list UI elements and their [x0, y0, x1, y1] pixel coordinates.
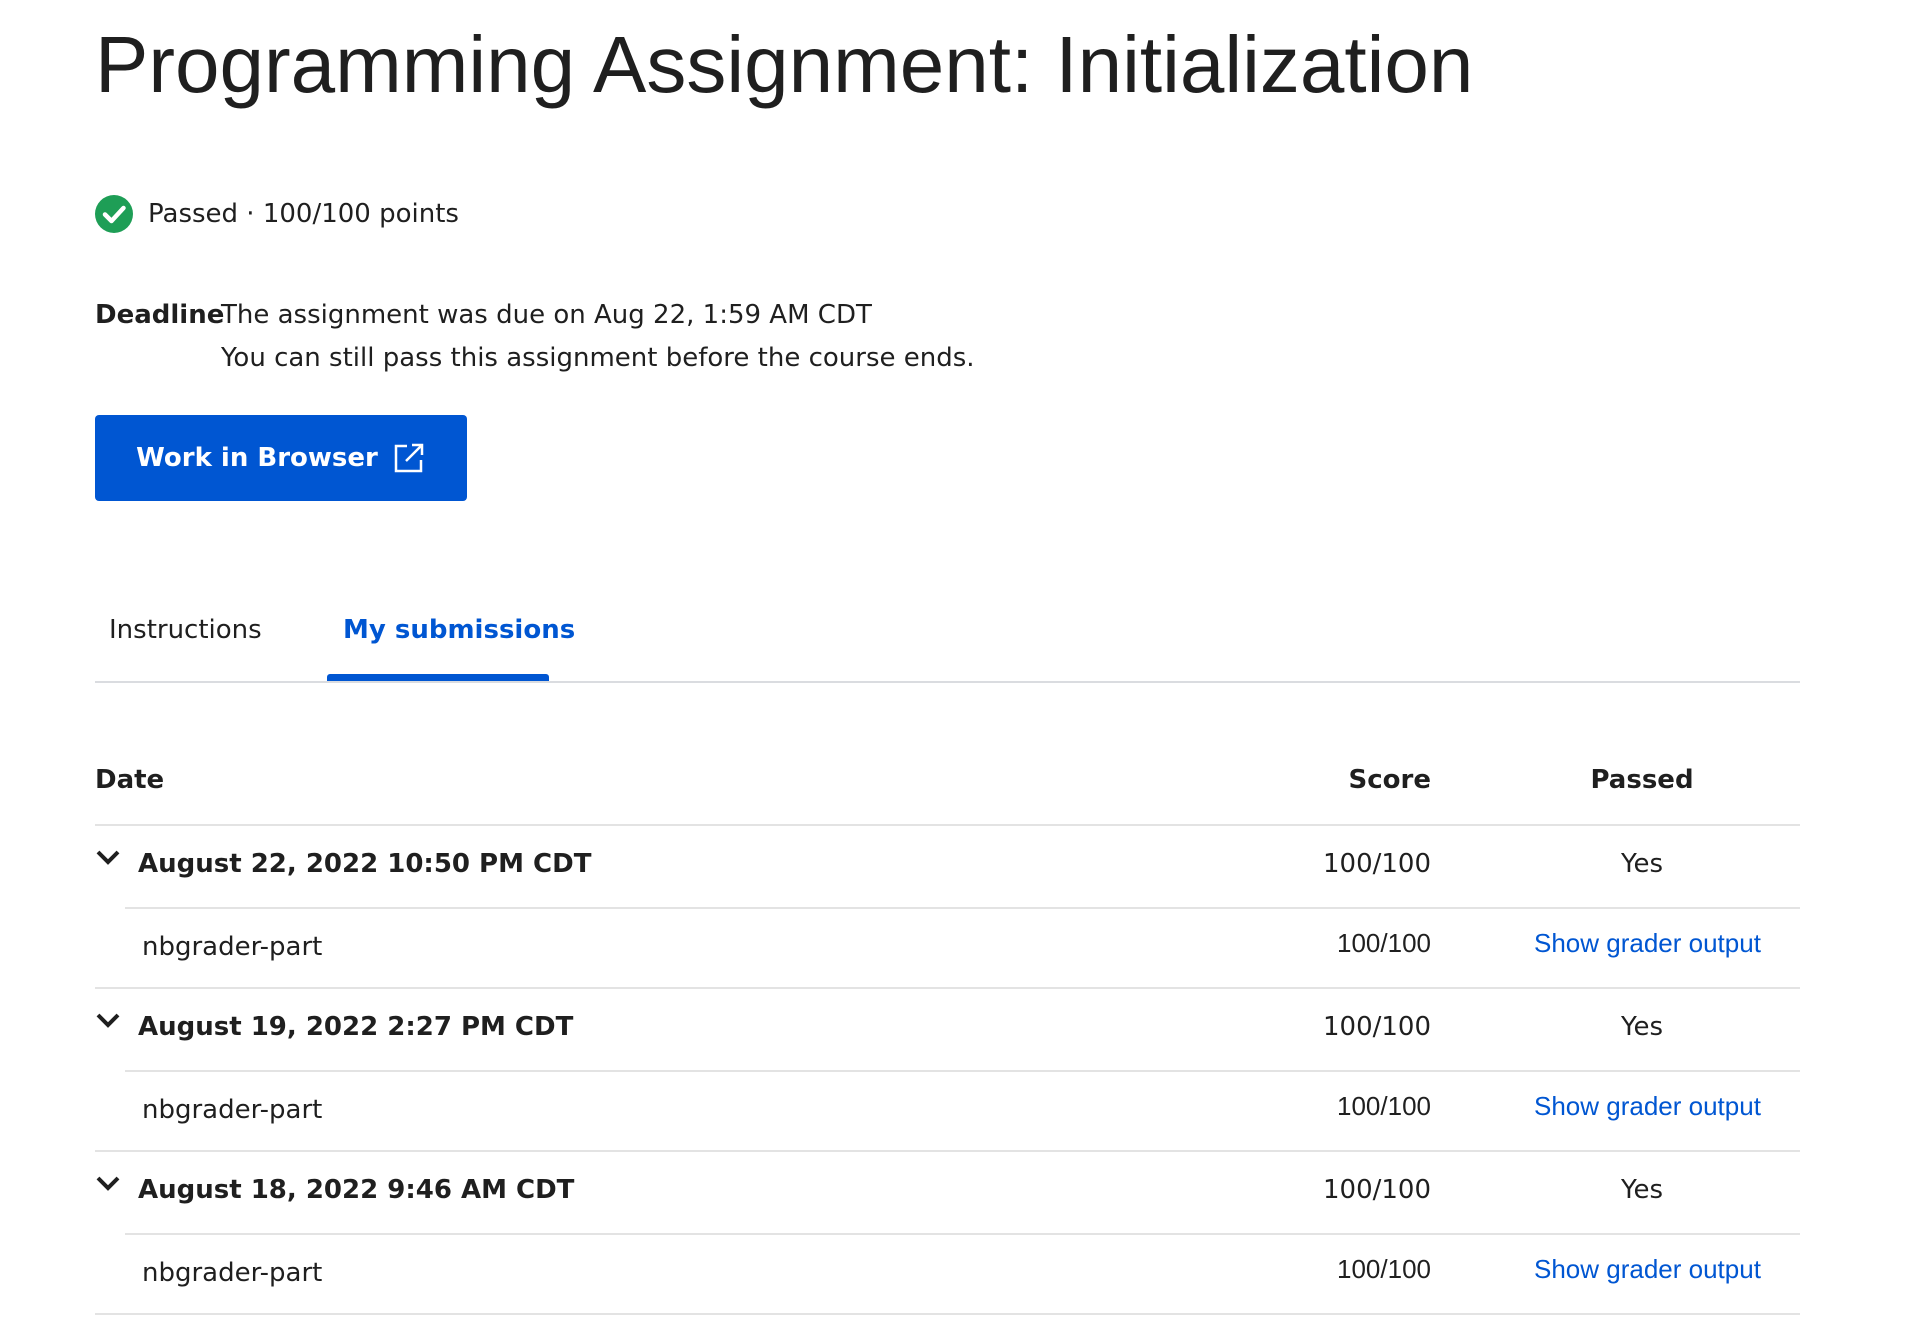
deadline-due-text: The assignment was due on Aug 22, 1:59 A…: [221, 300, 872, 330]
submission-group: August 22, 2022 10:50 PM CDT 100/100 Yes…: [0, 826, 1920, 989]
part-score: 100/100: [1337, 928, 1431, 958]
part-row: nbgrader-part 100/100 Show grader output: [0, 1070, 1920, 1152]
tab-my-submissions[interactable]: My submissions: [343, 605, 575, 655]
part-score: 100/100: [1337, 1091, 1431, 1121]
part-row: nbgrader-part 100/100 Show grader output: [0, 907, 1920, 989]
work-in-browser-label: Work in Browser: [136, 443, 378, 473]
status-text: Passed · 100/100 points: [148, 199, 459, 229]
submission-date: August 22, 2022 10:50 PM CDT: [138, 849, 592, 879]
deadline-note-text: You can still pass this assignment befor…: [221, 343, 975, 373]
submission-score: 100/100: [1322, 1012, 1431, 1042]
part-name: nbgrader-part: [142, 1258, 323, 1288]
assignment-page: Programming Assignment: Initialization P…: [0, 0, 1920, 1343]
deadline-label: Deadline: [95, 300, 225, 330]
tabs-divider: [95, 681, 1800, 683]
part-name: nbgrader-part: [142, 932, 323, 962]
part-name: nbgrader-part: [142, 1095, 323, 1125]
submission-score: 100/100: [1322, 1175, 1431, 1205]
submission-group: August 19, 2022 2:27 PM CDT 100/100 Yes …: [0, 989, 1920, 1152]
tab-instructions[interactable]: Instructions: [109, 605, 262, 655]
part-score: 100/100: [1337, 1254, 1431, 1284]
group-divider: [95, 1313, 1800, 1315]
column-header-score: Score: [1348, 765, 1431, 795]
submission-row: August 18, 2022 9:46 AM CDT 100/100 Yes: [0, 1152, 1920, 1233]
submission-date: August 19, 2022 2:27 PM CDT: [138, 1012, 574, 1042]
submission-date: August 18, 2022 9:46 AM CDT: [138, 1175, 575, 1205]
chevron-down-icon[interactable]: [96, 1172, 120, 1196]
column-header-date: Date: [95, 765, 165, 795]
submission-group: August 18, 2022 9:46 AM CDT 100/100 Yes …: [0, 1152, 1920, 1315]
active-tab-indicator: [327, 674, 549, 681]
show-grader-output-link[interactable]: Show grader output: [1534, 1251, 1761, 1287]
show-grader-output-link[interactable]: Show grader output: [1534, 1088, 1761, 1124]
part-row: nbgrader-part 100/100 Show grader output: [0, 1233, 1920, 1315]
work-in-browser-button[interactable]: Work in Browser: [95, 415, 467, 501]
pass-status: Passed · 100/100 points: [95, 194, 459, 234]
submission-row: August 22, 2022 10:50 PM CDT 100/100 Yes: [0, 826, 1920, 907]
submission-row: August 19, 2022 2:27 PM CDT 100/100 Yes: [0, 989, 1920, 1070]
submission-score: 100/100: [1322, 849, 1431, 879]
page-title: Programming Assignment: Initialization: [95, 20, 1474, 109]
external-link-icon: [394, 443, 424, 473]
chevron-down-icon[interactable]: [96, 846, 120, 870]
chevron-down-icon[interactable]: [96, 1009, 120, 1033]
check-circle-icon: [95, 195, 133, 233]
show-grader-output-link[interactable]: Show grader output: [1534, 925, 1761, 961]
